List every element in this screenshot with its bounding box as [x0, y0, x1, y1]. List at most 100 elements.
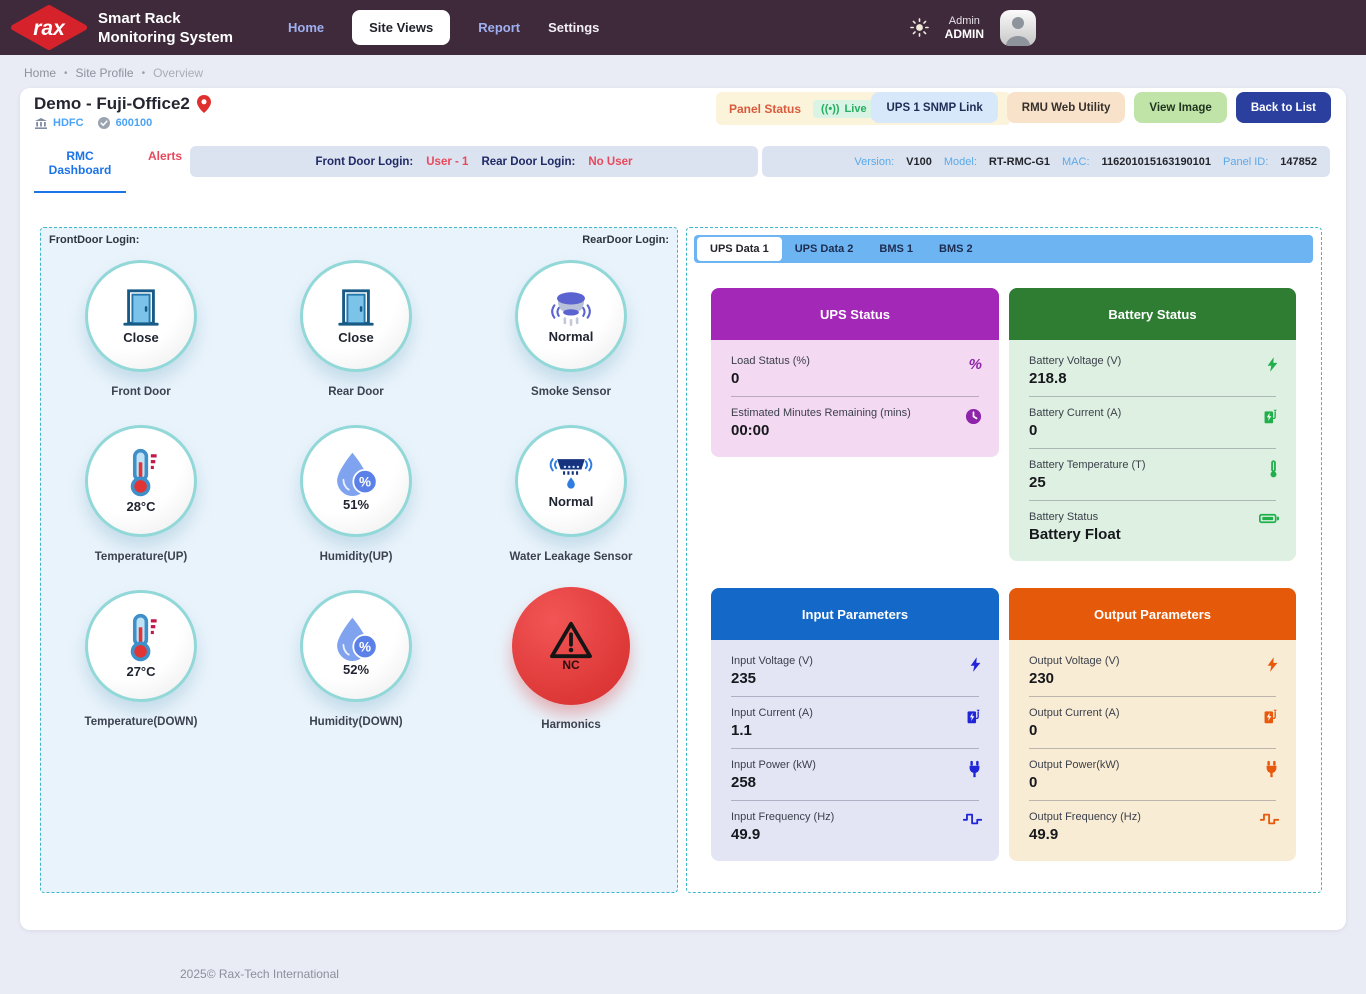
tab-rmc-dashboard[interactable]: RMC Dashboard: [34, 149, 126, 193]
tab-ups-data-2[interactable]: UPS Data 2: [782, 237, 867, 261]
nav-report[interactable]: Report: [478, 20, 520, 35]
view-image-button[interactable]: View Image: [1134, 92, 1226, 123]
sensor-rear-door: Close Rear Door: [271, 260, 441, 398]
sensor-temperature-up: 28°C Temperature(UP): [56, 425, 226, 563]
metric-row-input-power: Input Power (kW) 258: [711, 749, 999, 800]
card-body: Output Voltage (V) 230 Output Current (A…: [1009, 640, 1296, 861]
ups-snmp-link-button[interactable]: UPS 1 SNMP Link: [871, 92, 997, 123]
rear-door-status: Close: [338, 330, 373, 345]
metric-value: 258: [731, 774, 951, 791]
nav-home[interactable]: Home: [288, 20, 324, 35]
rmu-web-utility-button[interactable]: RMU Web Utility: [1007, 92, 1126, 123]
tab-alerts[interactable]: Alerts: [148, 149, 182, 163]
battery-icon: [1259, 512, 1279, 525]
sensor-label: Humidity(UP): [271, 551, 441, 563]
smoke-indicator: Normal: [515, 260, 627, 372]
sensor-label: Humidity(DOWN): [271, 716, 441, 728]
card-title: Battery Status: [1009, 288, 1296, 340]
sensor-front-door: Close Front Door: [56, 260, 226, 398]
thermometer-icon: [121, 613, 161, 663]
thermometer-icon: [1268, 460, 1279, 478]
metric-value: 1.1: [731, 722, 951, 739]
metric-row-input-frequency: Input Frequency (Hz) 49.9: [711, 801, 999, 852]
metric-label: Output Voltage (V): [1029, 655, 1248, 667]
mac-label: MAC:: [1062, 156, 1090, 168]
breadcrumb-overview: Overview: [153, 66, 203, 80]
metric-value: 235: [731, 670, 951, 687]
metric-label: Output Current (A): [1029, 707, 1248, 719]
breadcrumb-separator: •: [64, 68, 68, 79]
panel-status-label: Panel Status: [729, 102, 801, 116]
metric-value: 0: [1029, 774, 1248, 791]
main-nav: Home Site Views Report Settings: [288, 0, 599, 55]
temperature-down-value: 27°C: [126, 664, 155, 679]
water-leakage-indicator: Normal: [515, 425, 627, 537]
metric-label: Battery Current (A): [1029, 407, 1248, 419]
charging-station-icon: [965, 708, 982, 725]
card-body: Input Voltage (V) 235 Input Current (A) …: [711, 640, 999, 861]
model-label: Model:: [944, 156, 977, 168]
panel-id-label: Panel ID:: [1223, 156, 1268, 168]
metric-row-battery-status: Battery Status Battery Float: [1009, 501, 1296, 552]
sensor-label: Temperature(UP): [56, 551, 226, 563]
metric-value: 49.9: [731, 826, 951, 843]
front-door-status: Close: [123, 330, 158, 345]
sensor-humidity-up: % 51% Humidity(UP): [271, 425, 441, 563]
metric-value: 218.8: [1029, 370, 1248, 387]
plug-icon: [1264, 760, 1279, 778]
user-info: Admin ADMIN: [945, 15, 984, 41]
smoke-status: Normal: [549, 329, 594, 344]
sensor-label: Harmonics: [486, 719, 656, 731]
avatar[interactable]: [1000, 10, 1036, 46]
metric-value: 230: [1029, 670, 1248, 687]
metric-row-input-voltage: Input Voltage (V) 235: [711, 645, 999, 696]
live-status-badge: ((•)) Live: [813, 100, 875, 118]
wave-icon: [963, 812, 982, 826]
sensor-label: Temperature(DOWN): [56, 716, 226, 728]
metric-label: Battery Status: [1029, 511, 1248, 523]
temperature-up-indicator: 28°C: [85, 425, 197, 537]
humidity-up-value: 51%: [343, 497, 369, 512]
card-body: Load Status (%) 0 % Estimated Minutes Re…: [711, 340, 999, 457]
nav-settings[interactable]: Settings: [548, 20, 599, 35]
location-pin-icon[interactable]: [197, 95, 211, 113]
tab-ups-data-1[interactable]: UPS Data 1: [697, 237, 782, 261]
metric-row-output-current: Output Current (A) 0: [1009, 697, 1296, 748]
ups-data-panel: UPS Data 1 UPS Data 2 BMS 1 BMS 2 UPS St…: [686, 227, 1322, 893]
svg-text:%: %: [359, 474, 371, 489]
breadcrumb-separator: •: [142, 68, 146, 79]
breadcrumb-site-profile[interactable]: Site Profile: [76, 66, 134, 80]
bolt-icon: [1266, 356, 1279, 373]
battery-status-card: Battery Status Battery Voltage (V) 218.8…: [1009, 288, 1296, 561]
nav-site-views[interactable]: Site Views: [352, 10, 450, 45]
bolt-icon: [1266, 656, 1279, 673]
live-label: Live: [845, 103, 867, 115]
ups-tabbar: UPS Data 1 UPS Data 2 BMS 1 BMS 2: [694, 235, 1313, 263]
harmonics-status: NC: [562, 658, 579, 672]
percent-icon: %: [969, 356, 982, 373]
theme-sun-icon[interactable]: [910, 18, 929, 37]
water-drop-icon: %: [332, 616, 380, 661]
door-icon: [120, 287, 162, 329]
version-value: V100: [906, 156, 932, 168]
app-title-line1: Smart Rack: [98, 9, 233, 28]
metric-row-input-current: Input Current (A) 1.1: [711, 697, 999, 748]
front-door-login-label: Front Door Login:: [316, 156, 414, 168]
breadcrumb-home[interactable]: Home: [24, 66, 56, 80]
metric-row-load-status: Load Status (%) 0 %: [711, 345, 999, 396]
harmonics-indicator: NC: [512, 587, 630, 705]
water-leakage-status: Normal: [549, 494, 594, 509]
tab-bms-2[interactable]: BMS 2: [926, 237, 986, 261]
temperature-up-value: 28°C: [126, 499, 155, 514]
user-role: ADMIN: [945, 27, 984, 41]
charging-station-icon: [1262, 708, 1279, 725]
thermometer-icon: [121, 448, 161, 498]
back-to-list-button[interactable]: Back to List: [1236, 92, 1331, 123]
model-value: RT-RMC-G1: [989, 156, 1050, 168]
door-icon: [335, 287, 377, 329]
footer-copyright: 2025© Rax-Tech International: [180, 967, 339, 981]
live-signal-icon: ((•)): [821, 103, 840, 115]
metric-row-output-voltage: Output Voltage (V) 230: [1009, 645, 1296, 696]
tab-bms-1[interactable]: BMS 1: [866, 237, 926, 261]
sensor-label: Rear Door: [271, 386, 441, 398]
